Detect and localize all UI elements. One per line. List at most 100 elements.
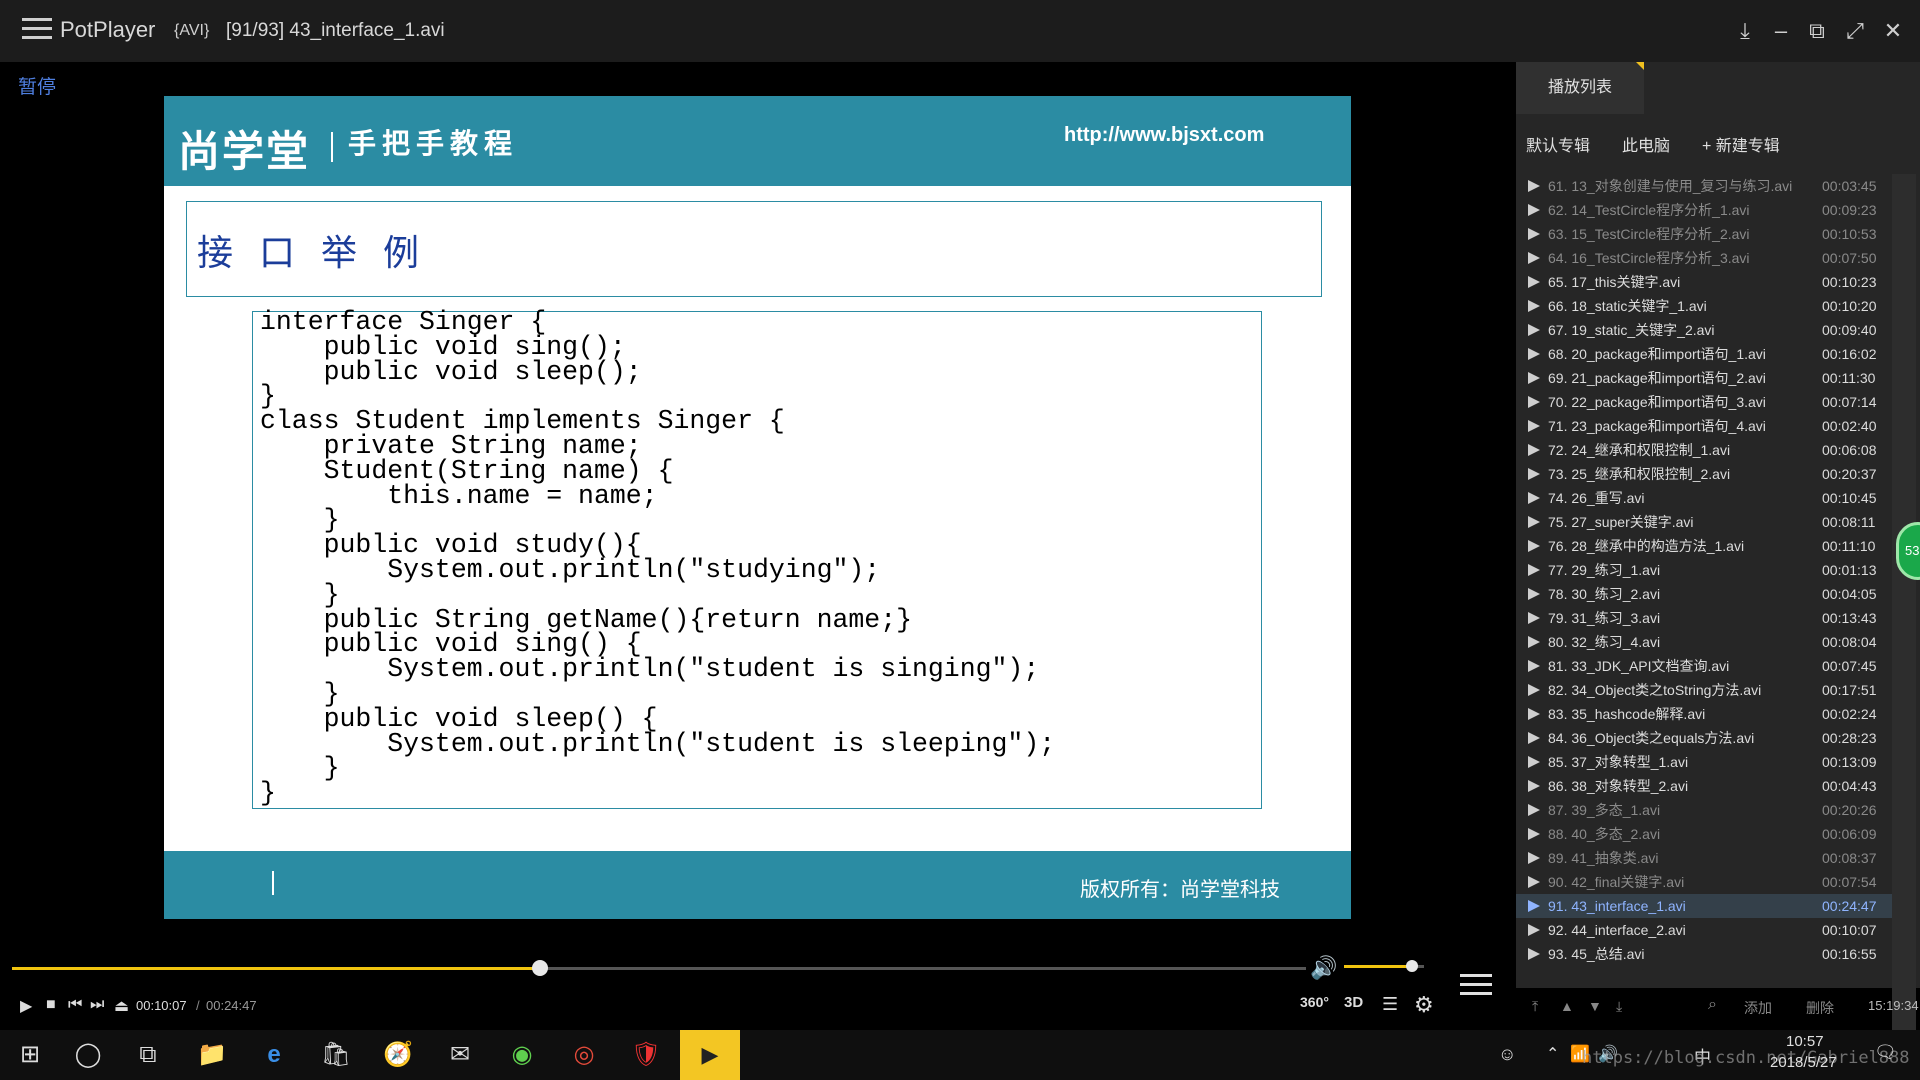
playlist-item[interactable]: 74. 26_重写.avi 00:10:45	[1516, 486, 1896, 510]
next-icon[interactable]: ⏭	[90, 996, 104, 1014]
notification-icon[interactable]: 🗨	[1874, 1042, 1897, 1063]
move-bottom-icon[interactable]: ⤓	[1616, 998, 1622, 1015]
stop-icon[interactable]: ■	[46, 996, 56, 1014]
playlist-item[interactable]: 75. 27_super关键字.avi 00:08:11	[1516, 510, 1896, 534]
album-this-pc[interactable]: 此电脑	[1622, 132, 1670, 156]
playlist-item[interactable]: 93. 45_总结.avi 00:16:55	[1516, 942, 1896, 966]
tab-playlist[interactable]: 播放列表	[1516, 62, 1644, 114]
total-time: 00:24:47	[206, 998, 257, 1013]
playlist-item[interactable]: 80. 32_练习_4.avi 00:08:04	[1516, 630, 1896, 654]
fullscreen-icon[interactable]: ⤢	[1840, 16, 1870, 46]
playlist-item[interactable]: 63. 15_TestCircle程序分析_2.avi 00:10:53	[1516, 222, 1896, 246]
play-icon[interactable]: ▶	[20, 996, 32, 1016]
playlist-item[interactable]: 62. 14_TestCircle程序分析_1.avi 00:09:23	[1516, 198, 1896, 222]
floating-badge[interactable]: 53	[1896, 522, 1920, 580]
playlist-item[interactable]: 64. 16_TestCircle程序分析_3.avi 00:07:50	[1516, 246, 1896, 270]
playlist-item[interactable]: 79. 31_练习_3.avi 00:13:43	[1516, 606, 1896, 630]
clock-time[interactable]: 10:57	[1786, 1033, 1824, 1050]
volume-handle[interactable]	[1406, 960, 1418, 972]
slide-header: 尚学堂 手把手教程 http://www.bjsxt.com	[164, 96, 1351, 186]
seek-bar[interactable]	[12, 960, 1306, 976]
playlist-item-duration: 00:09:40	[1822, 322, 1877, 338]
edge-icon[interactable]: e	[254, 1038, 294, 1072]
clock-date[interactable]: 2018/5/27	[1770, 1054, 1837, 1071]
vr-360-button[interactable]: 360°	[1300, 994, 1329, 1010]
safari-icon[interactable]: 🧭	[378, 1038, 418, 1072]
playlist-item[interactable]: 83. 35_hashcode解释.avi 00:02:24	[1516, 702, 1896, 726]
tray-chevron-icon[interactable]: ⌃	[1546, 1044, 1559, 1064]
playlist-item[interactable]: 78. 30_练习_2.avi 00:04:05	[1516, 582, 1896, 606]
task-view-icon[interactable]: ⧉	[128, 1038, 168, 1072]
cortana-icon[interactable]: ◯	[68, 1038, 108, 1072]
people-icon[interactable]: ☺	[1498, 1044, 1516, 1065]
playlist-item[interactable]: 67. 19_static_关键字_2.avi 00:09:40	[1516, 318, 1896, 342]
potplayer-icon: ▶	[701, 1042, 719, 1067]
playlist-item[interactable]: 88. 40_多态_2.avi 00:06:09	[1516, 822, 1896, 846]
browser-360-icon[interactable]: ◉	[502, 1038, 542, 1072]
seek-handle[interactable]	[531, 960, 548, 976]
playlist-item[interactable]: 73. 25_继承和权限控制_2.avi 00:20:37	[1516, 462, 1896, 486]
subtitle-icon[interactable]: ☰	[1382, 994, 1398, 1015]
playlist-item[interactable]: 85. 37_对象转型_1.avi 00:13:09	[1516, 750, 1896, 774]
store-icon[interactable]: 🛍	[316, 1038, 356, 1072]
3d-button[interactable]: 3D	[1344, 994, 1363, 1011]
playlist-item[interactable]: 72. 24_继承和权限控制_1.avi 00:06:08	[1516, 438, 1896, 462]
playlist-item[interactable]: 87. 39_多态_1.avi 00:20:26	[1516, 798, 1896, 822]
volume-icon[interactable]: 🔊	[1310, 955, 1337, 981]
playlist-item[interactable]: 89. 41_抽象类.avi 00:08:37	[1516, 846, 1896, 870]
playlist-item-duration: 00:13:43	[1822, 610, 1877, 626]
playlist-item[interactable]: 81. 33_JDK_API文档查询.avi 00:07:45	[1516, 654, 1896, 678]
chrome-icon[interactable]: ◎	[564, 1038, 604, 1072]
playlist-item-name: 65. 17_this关键字.avi	[1548, 274, 1681, 290]
playlist-item-duration: 00:10:07	[1822, 922, 1877, 938]
move-up-icon[interactable]: ▲	[1560, 998, 1574, 1014]
playlist-item[interactable]: 77. 29_练习_1.avi 00:01:13	[1516, 558, 1896, 582]
playlist-item[interactable]: 61. 13_对象创建与使用_复习与练习.avi 00:03:45	[1516, 174, 1896, 198]
playlist-item[interactable]: 68. 20_package和import语句_1.avi 00:16:02	[1516, 342, 1896, 366]
taskbar: ⊞ ◯ ⧉ 📁 e 🛍 🧭 ✉ ◉ ◎ 🛡 ▶ ☺ ⌃ 📶 🔊 中 https:…	[0, 1030, 1920, 1080]
playlist-scrollbar[interactable]	[1892, 174, 1916, 1044]
playlist-item[interactable]: 91. 43_interface_1.avi 00:24:47	[1516, 894, 1896, 918]
file-explorer-icon[interactable]: 📁	[192, 1038, 232, 1072]
playlist-item-name: 93. 45_总结.avi	[1548, 946, 1645, 962]
move-down-icon[interactable]: ▼	[1588, 998, 1602, 1014]
text-cursor	[272, 871, 274, 895]
playlist-item[interactable]: 76. 28_继承中的构造方法_1.avi 00:11:10	[1516, 534, 1896, 558]
playlist-item[interactable]: 71. 23_package和import语句_4.avi 00:02:40	[1516, 414, 1896, 438]
playlist-item[interactable]: 69. 21_package和import语句_2.avi 00:11:30	[1516, 366, 1896, 390]
menu-icon[interactable]	[22, 18, 52, 42]
previous-icon[interactable]: ⏮	[68, 996, 82, 1014]
logo-divider	[331, 132, 333, 162]
playlist-item[interactable]: 84. 36_Object类之equals方法.avi 00:28:23	[1516, 726, 1896, 750]
playlist-item[interactable]: 70. 22_package和import语句_3.avi 00:07:14	[1516, 390, 1896, 414]
settings-gear-icon[interactable]: ⚙	[1414, 992, 1434, 1018]
play-icon	[1528, 300, 1540, 312]
playlist-item[interactable]: 92. 44_interface_2.avi 00:10:07	[1516, 918, 1896, 942]
playlist-item[interactable]: 66. 18_static关键字_1.avi 00:10:20	[1516, 294, 1896, 318]
add-button[interactable]: 添加	[1744, 998, 1772, 1018]
move-top-icon[interactable]: ⤒	[1532, 998, 1538, 1015]
volume-slider[interactable]	[1344, 960, 1424, 972]
mail-icon[interactable]: ✉	[440, 1038, 480, 1072]
play-icon	[1528, 732, 1540, 744]
restore-icon[interactable]: ⧉	[1802, 16, 1832, 46]
delete-button[interactable]: 删除	[1806, 998, 1834, 1018]
album-new-button[interactable]: + 新建专辑	[1702, 132, 1780, 156]
eject-icon[interactable]: ⏏	[114, 996, 129, 1016]
play-icon	[1528, 708, 1540, 720]
playlist-item[interactable]: 86. 38_对象转型_2.avi 00:04:43	[1516, 774, 1896, 798]
pin-icon[interactable]: ⤓	[1730, 16, 1760, 46]
playlist-item[interactable]: 90. 42_final关键字.avi 00:07:54	[1516, 870, 1896, 894]
playlist-item[interactable]: 82. 34_Object类之toString方法.avi 00:17:51	[1516, 678, 1896, 702]
album-default[interactable]: 默认专辑	[1526, 132, 1590, 156]
playlist-item[interactable]: 65. 17_this关键字.avi 00:10:23	[1516, 270, 1896, 294]
potplayer-taskbar-button[interactable]: ▶	[680, 1030, 740, 1080]
playlist-item-name: 92. 44_interface_2.avi	[1548, 922, 1686, 938]
minimize-icon[interactable]: –	[1766, 16, 1796, 46]
windows-start-icon[interactable]: ⊞	[10, 1038, 50, 1072]
playlist-total-duration: 15:19:34	[1868, 998, 1919, 1013]
close-icon[interactable]: ✕	[1878, 16, 1908, 46]
search-icon[interactable]: ⌕	[1708, 996, 1717, 1014]
mcafee-icon[interactable]: 🛡	[626, 1038, 666, 1072]
playlist-item-duration: 00:08:04	[1822, 634, 1877, 650]
